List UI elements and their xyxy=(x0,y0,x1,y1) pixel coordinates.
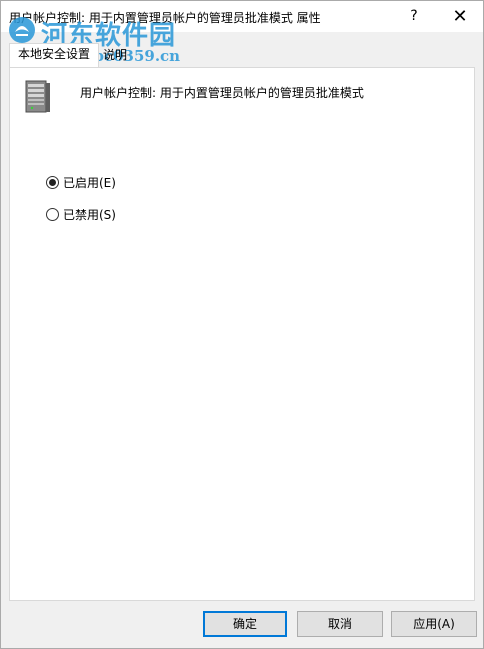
help-button[interactable]: ? xyxy=(391,1,437,32)
window-title: 用户帐户控制: 用于内置管理员帐户的管理员批准模式 属性 xyxy=(9,11,321,25)
enabled-radio-label: 已启用(E) xyxy=(63,176,116,190)
tab-panel: 用户帐户控制: 用于内置管理员帐户的管理员批准模式 已启用(E) 已禁用(S) xyxy=(9,67,475,601)
server-icon xyxy=(25,80,50,113)
disabled-radio-label: 已禁用(S) xyxy=(63,208,116,222)
close-button[interactable]: ✕ xyxy=(437,1,483,32)
disabled-radio[interactable] xyxy=(46,208,59,221)
properties-dialog: 用户帐户控制: 用于内置管理员帐户的管理员批准模式 属性 ? ✕ 河东软件园 w… xyxy=(0,0,484,649)
tab-explain[interactable]: 说明 xyxy=(95,45,135,67)
cancel-button[interactable]: 取消 xyxy=(297,611,383,637)
tab-local-security-setting[interactable]: 本地安全设置 xyxy=(9,43,100,68)
apply-button[interactable]: 应用(A) xyxy=(391,611,477,637)
tab-strip: 本地安全设置 说明 xyxy=(9,41,475,68)
enabled-radio-option[interactable]: 已启用(E) xyxy=(46,174,116,192)
policy-title: 用户帐户控制: 用于内置管理员帐户的管理员批准模式 xyxy=(80,86,364,100)
enabled-radio[interactable] xyxy=(46,176,59,189)
disabled-radio-option[interactable]: 已禁用(S) xyxy=(46,206,116,224)
ok-button[interactable]: 确定 xyxy=(203,611,287,637)
title-bar[interactable]: 用户帐户控制: 用于内置管理员帐户的管理员批准模式 属性 ? ✕ xyxy=(1,1,483,32)
